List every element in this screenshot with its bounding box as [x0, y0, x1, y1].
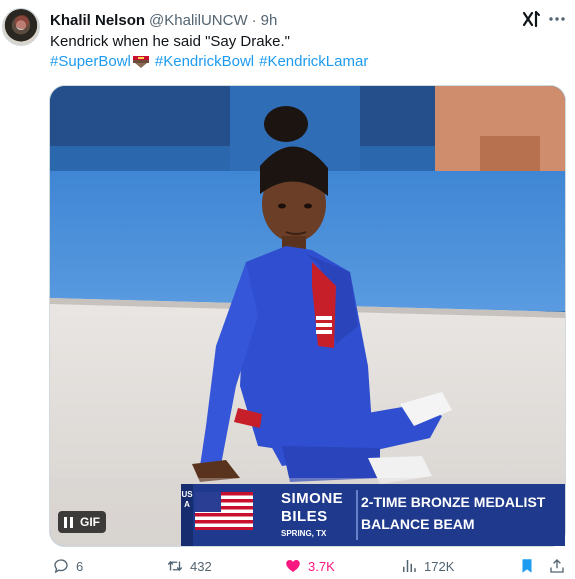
repost-count: 432: [190, 558, 212, 574]
timestamp[interactable]: 9h: [261, 12, 278, 29]
reply-button[interactable]: 6: [52, 556, 83, 576]
super-bowl-logo-icon: [132, 55, 150, 69]
athlete-title-line1: 2-TIME BRONZE MEDALIST: [361, 494, 546, 510]
hashtag-superbowl[interactable]: #SuperBowl: [50, 52, 131, 72]
hashtag-kendricklamar[interactable]: #KendrickLamar: [259, 52, 368, 72]
more-icon[interactable]: [546, 8, 568, 30]
country-code: USA: [181, 490, 193, 509]
reply-count: 6: [76, 558, 84, 574]
avatar[interactable]: [2, 8, 40, 46]
hashtag-kendrickbowl[interactable]: #KendrickBowl: [155, 52, 254, 72]
grok-icon[interactable]: [520, 8, 542, 30]
gif-label: GIF: [80, 515, 100, 529]
broadcast-lower-third: USA SIMONE BILES SPRING, TX 2-TIME BRONZ…: [181, 484, 565, 546]
tweet-text: Kendrick when he said "Say Drake." #Supe…: [50, 32, 560, 72]
athlete-last-name: BILES: [281, 508, 328, 525]
author-name[interactable]: Khalil Nelson: [50, 12, 145, 29]
tweet-header: Khalil Nelson @KhalilUNCW · 9h: [50, 10, 277, 30]
views-icon: [403, 560, 416, 572]
tweet-body: Kendrick when he said "Say Drake.": [50, 33, 290, 50]
athlete-hometown: SPRING, TX: [281, 529, 327, 538]
separator: ·: [251, 11, 257, 29]
share-icon: [550, 559, 564, 573]
athlete-title-line2: BALANCE BEAM: [361, 516, 475, 532]
pause-icon[interactable]: [64, 516, 74, 528]
athlete-first-name: SIMONE: [281, 490, 344, 507]
views-button[interactable]: 172K: [400, 556, 454, 576]
tweet[interactable]: Khalil Nelson @KhalilUNCW · 9h Kendrick …: [0, 0, 575, 579]
author-handle[interactable]: @KhalilUNCW: [149, 12, 248, 29]
reply-icon: [54, 559, 68, 574]
view-count: 172K: [424, 558, 455, 574]
hashtags: #SuperBowl #KendrickBowl #KendrickLamar: [50, 52, 560, 72]
share-button[interactable]: [548, 556, 566, 576]
like-icon: [286, 560, 300, 572]
repost-button[interactable]: 432: [166, 556, 212, 576]
like-button[interactable]: 3.7K: [284, 556, 335, 576]
repost-icon: [167, 560, 183, 572]
bookmark-button[interactable]: [518, 556, 536, 576]
like-count: 3.7K: [308, 558, 335, 574]
bookmark-icon: [522, 559, 532, 573]
gif-badge[interactable]: GIF: [58, 511, 106, 533]
action-bar: 6 432 3.7K 172K: [0, 556, 575, 576]
gif-media[interactable]: [49, 85, 566, 547]
